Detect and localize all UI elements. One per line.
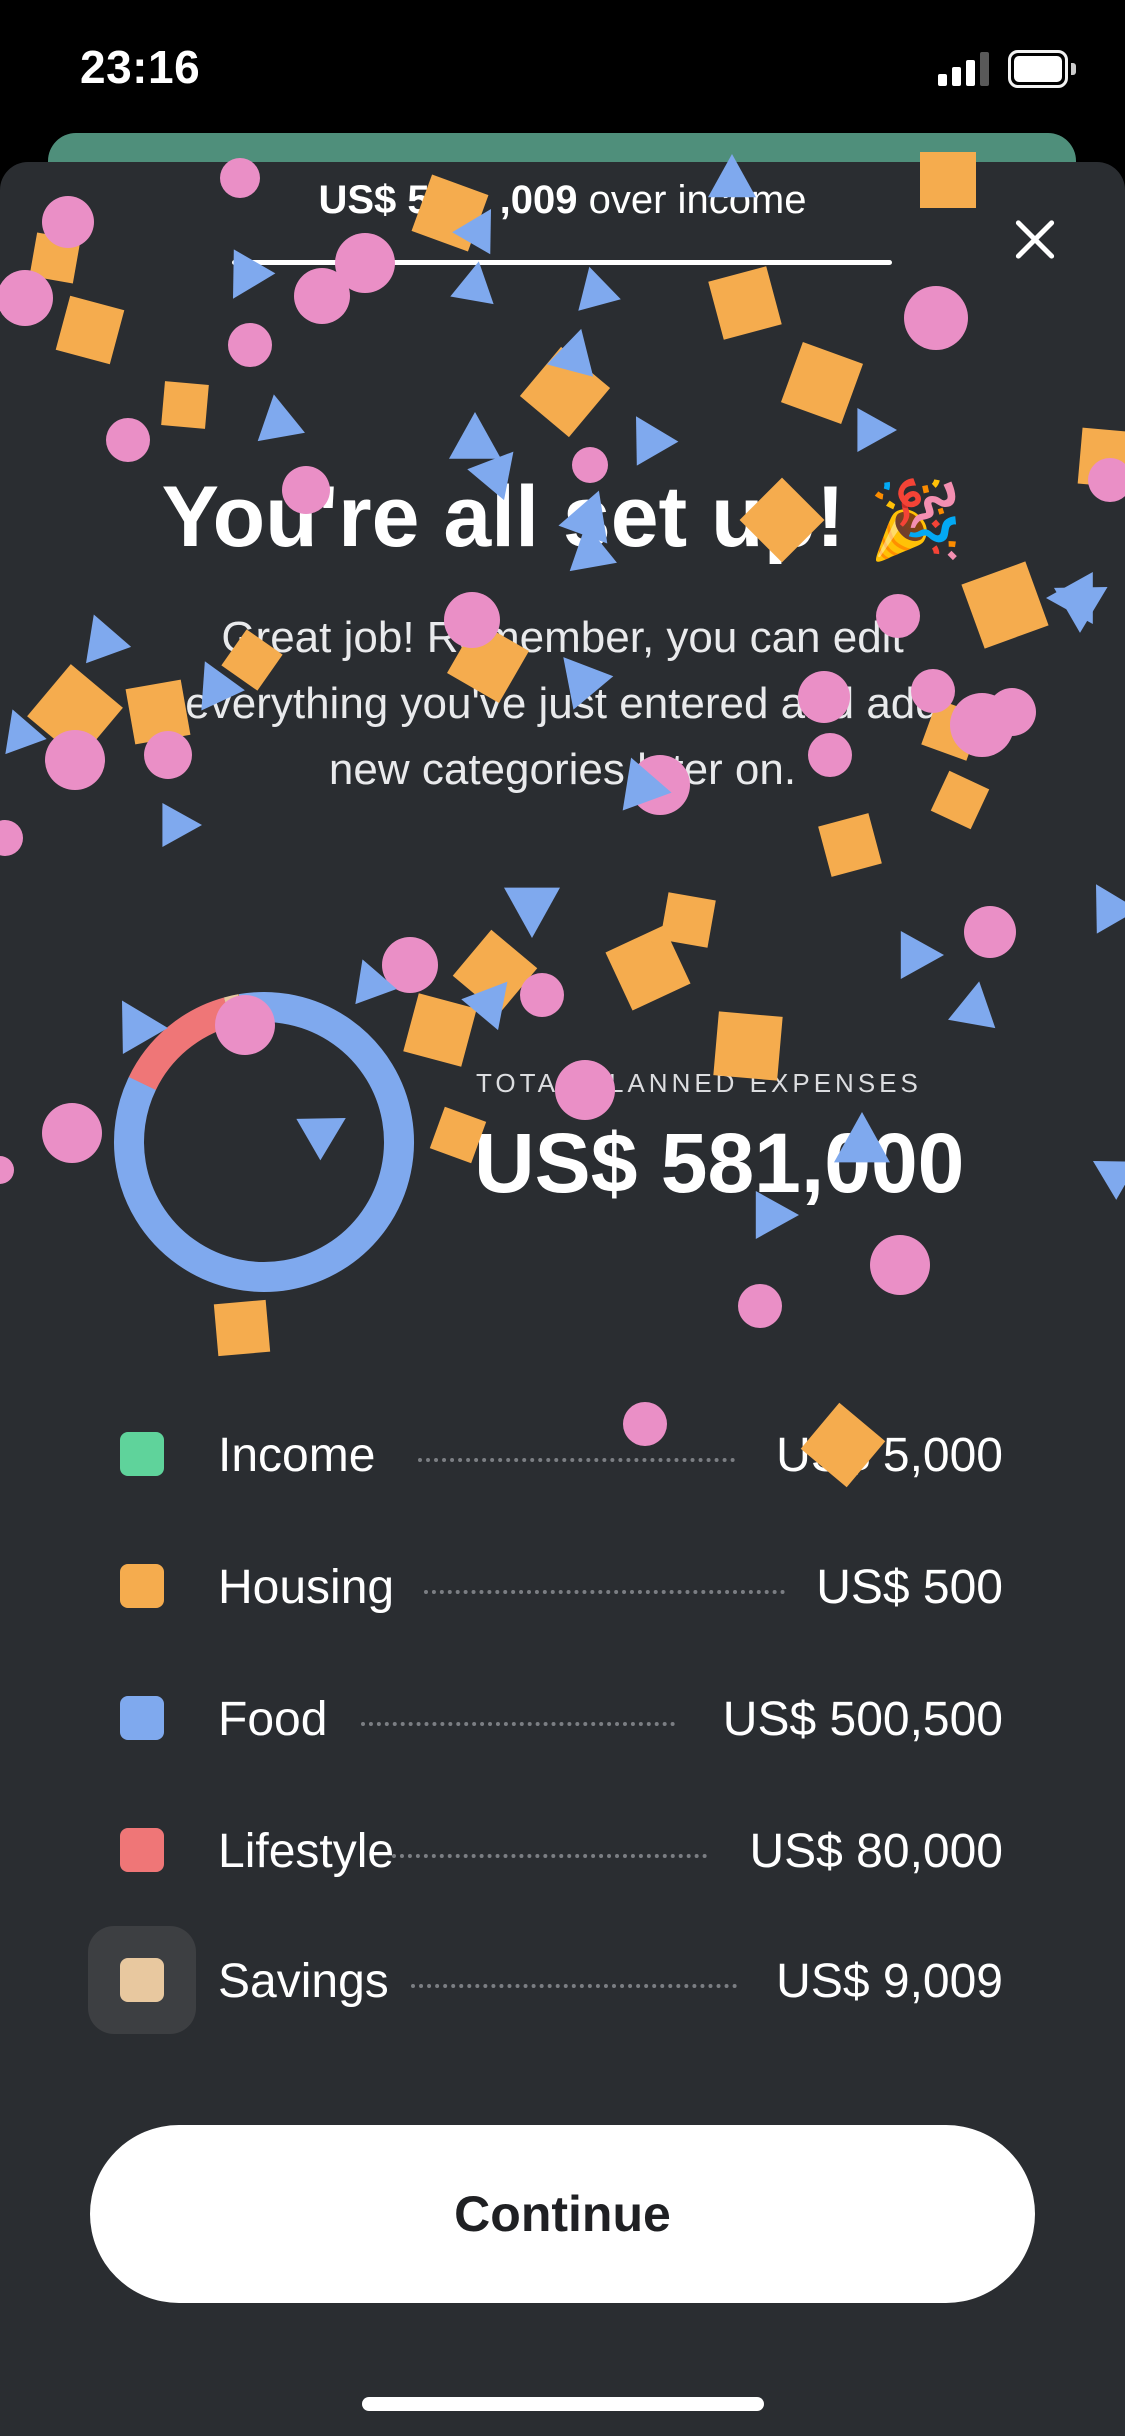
category-label: Housing (218, 1561, 395, 1614)
category-label: Income (218, 1429, 376, 1482)
status-bar: 23:16 (0, 0, 1125, 135)
dot-leader (418, 1442, 735, 1462)
dot-leader (424, 1574, 785, 1594)
screen: 23:16 US$ 5 ,009 over income You're all s… (0, 0, 1125, 2436)
donut-slice-lifestyle (114, 992, 414, 1292)
page-title: You're all set up! 🎉 (0, 468, 1125, 567)
category-amount: US$ 500 (816, 1561, 1003, 1614)
total-expenses-label: TOTAL PLANNED EXPENSES (476, 1068, 922, 1098)
cellular-signal-icon (938, 52, 990, 86)
category-amount: US$ 80,000 (749, 1825, 1003, 1878)
color-swatch (120, 1958, 164, 2002)
battery-icon (1008, 50, 1076, 88)
category-swatch-button[interactable] (88, 1400, 196, 1508)
category-label: Food (218, 1693, 328, 1746)
expenses-donut-chart (114, 991, 414, 1292)
category-row-housing[interactable]: Housing US$ 500 (0, 1532, 1125, 1632)
category-swatch-button[interactable] (88, 1532, 196, 1640)
status-time: 23:16 (80, 41, 201, 93)
color-swatch (120, 1696, 164, 1740)
color-swatch (120, 1432, 164, 1476)
progress-bar (232, 260, 892, 265)
party-popper-icon: 🎉 (868, 475, 964, 564)
category-swatch-button[interactable] (88, 1796, 196, 1904)
donut-slice-food (114, 991, 414, 1292)
progress-amount-tail: ,009 (499, 178, 578, 222)
progress-summary: US$ 5 ,009 over income (0, 178, 1125, 223)
category-swatch-button[interactable] (88, 1664, 196, 1772)
success-message: Great job! Remember, you can edit everyt… (185, 613, 940, 794)
title-text: You're all set up! (161, 469, 845, 565)
dot-leader (411, 1968, 737, 1988)
category-amount: US$ 9,009 (776, 1955, 1003, 2008)
category-row-savings[interactable]: Savings US$ 9,009 (0, 1926, 1125, 2034)
category-swatch-button[interactable] (88, 1926, 196, 2034)
close-icon[interactable] (1005, 210, 1065, 270)
color-swatch (120, 1564, 164, 1608)
donut-slice-savings (114, 992, 414, 1292)
total-expenses-value: US$ 581,000 (474, 1116, 965, 1210)
category-row-lifestyle[interactable]: Lifestyle US$ 80,000 (0, 1796, 1125, 1896)
category-label: Savings (218, 1955, 389, 2008)
category-row-income[interactable]: Income US$ 5,000 (0, 1400, 1125, 1500)
category-amount: US$ 5,000 (776, 1429, 1003, 1482)
progress-amount: US$ 5 (318, 178, 430, 222)
dot-leader (392, 1838, 707, 1858)
home-indicator (362, 2397, 764, 2411)
color-swatch (120, 1828, 164, 1872)
dot-leader (361, 1706, 675, 1726)
category-label: Lifestyle (218, 1825, 395, 1878)
progress-suffix: over income (577, 178, 807, 222)
category-row-food[interactable]: Food US$ 500,500 (0, 1664, 1125, 1764)
continue-button[interactable]: Continue (90, 2125, 1035, 2303)
donut-slice-housing (114, 992, 414, 1292)
category-amount: US$ 500,500 (722, 1693, 1003, 1746)
